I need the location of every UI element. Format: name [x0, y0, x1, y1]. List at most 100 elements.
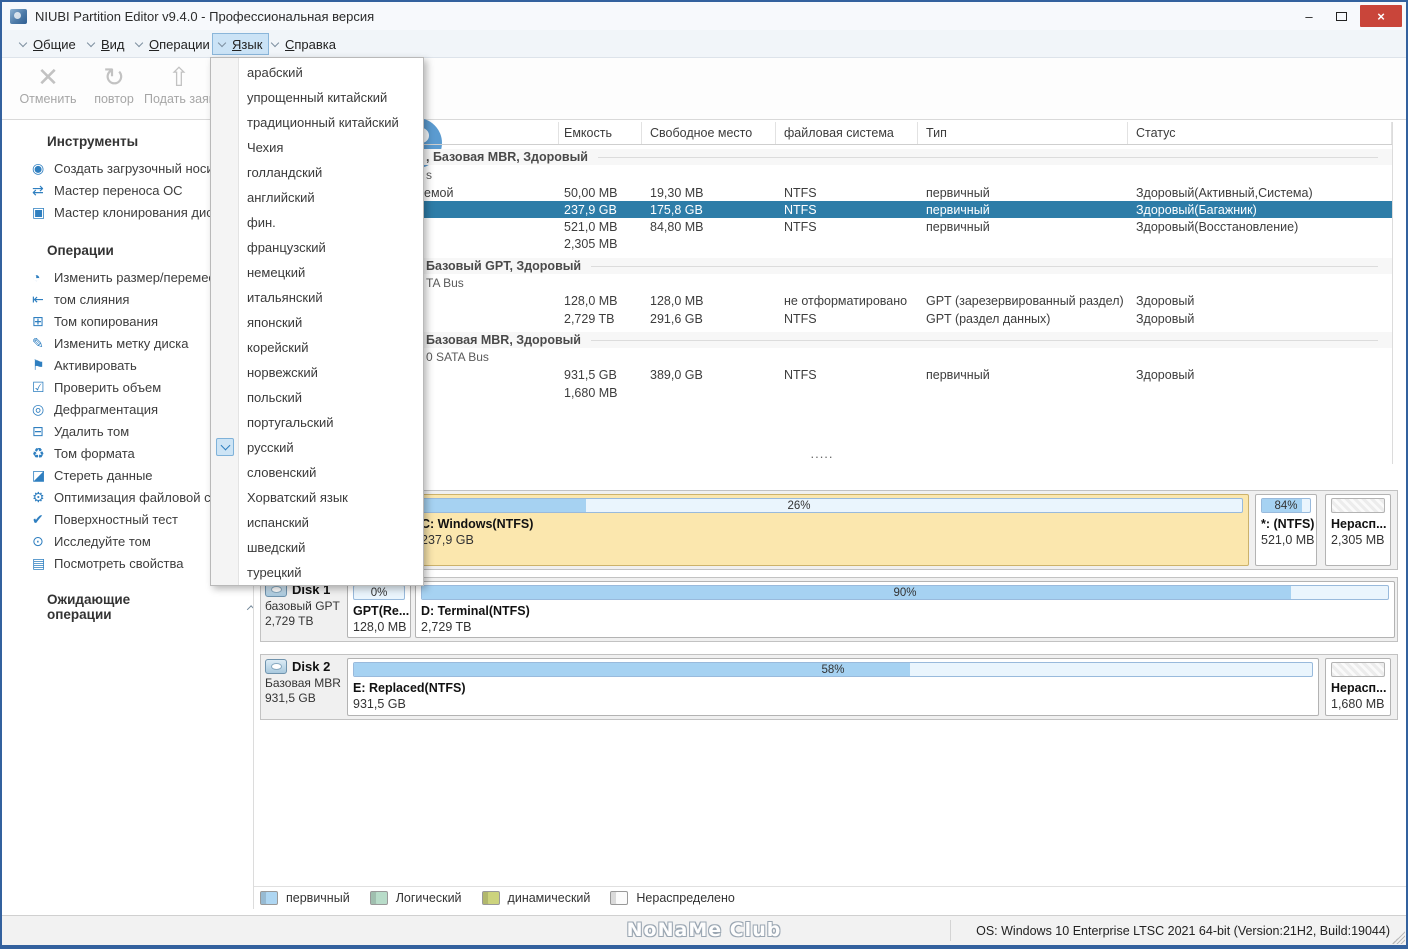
disk0-partition-c[interactable]: 26% C: Windows(NTFS) 237,9 GB	[349, 494, 1249, 566]
cell-type: GPT (зарезервированный раздел)	[918, 294, 1128, 308]
menu-general[interactable]: Общие	[14, 33, 82, 55]
close-button[interactable]: ×	[1360, 5, 1402, 27]
disk2-unallocated[interactable]: Нерасп... 1,680 MB	[1325, 658, 1391, 716]
partition-size: 1,680 MB	[1331, 697, 1385, 711]
language-item-swedish[interactable]: шведский	[211, 535, 423, 560]
legend-primary: первичный	[260, 891, 350, 905]
maximize-icon	[1336, 12, 1347, 21]
table-row-selected[interactable]: 237,9 GB 175,8 GB NTFS первичный Здоровы…	[254, 201, 1392, 218]
chevron-down-icon	[135, 38, 143, 46]
disk0-unallocated[interactable]: Нерасп... 2,305 MB	[1325, 494, 1391, 566]
disk1-partition-gpt[interactable]: 0% GPT(Re... 128,0 MB	[347, 581, 411, 638]
delete-volume-icon: ⊟	[32, 423, 54, 440]
partition-label: Нерасп...	[1331, 681, 1385, 695]
menu-language-label: Язык	[232, 37, 262, 52]
cell-file-system: NTFS	[776, 220, 918, 234]
disk-icon	[265, 659, 287, 674]
disk2-partition-e[interactable]: 58% E: Replaced(NTFS) 931,5 GB	[347, 658, 1319, 716]
menu-language[interactable]: Язык	[212, 33, 269, 55]
partition-label: C: Windows(NTFS)	[355, 517, 1243, 531]
resize-grip[interactable]	[1392, 931, 1405, 944]
language-item-korean[interactable]: корейский	[211, 335, 423, 360]
sidebar-item-label: Мастер клонирования дисков	[54, 205, 233, 220]
minimize-button[interactable]: –	[1296, 5, 1322, 27]
language-item-arabic[interactable]: арабский	[211, 60, 423, 85]
disk1-panel: Disk 1 базовый GPT 2,729 TB 0% GPT(Re...…	[260, 577, 1398, 642]
sidebar-item-label: Изменить метку диска	[54, 336, 188, 351]
language-item-simplified-chinese[interactable]: упрощенный китайский	[211, 85, 423, 110]
cell-free-space: 84,80 MB	[642, 220, 776, 234]
column-status[interactable]: Статус	[1128, 122, 1392, 144]
table-header: Емкость Свободное место файловая система…	[254, 122, 1392, 145]
disk2-info[interactable]: Disk 2 Базовая MBR 931,5 GB	[265, 659, 345, 706]
table-row[interactable]: емой 50,00 MB 19,30 MB NTFS первичный Зд…	[254, 184, 1392, 201]
usage-percent: 84%	[1262, 499, 1310, 513]
redo-button[interactable]: ↻ повтор	[86, 62, 142, 116]
disk-group-header: Базовая MBR, Здоровый	[254, 332, 1392, 348]
column-file-system[interactable]: файловая система	[776, 122, 918, 144]
divider	[254, 886, 1406, 887]
language-item-croatian[interactable]: Хорватский язык	[211, 485, 423, 510]
disk1-info[interactable]: Disk 1 базовый GPT 2,729 TB	[265, 582, 345, 629]
partition-size: 931,5 GB	[353, 697, 1313, 711]
legend: первичный Логический динамический Нерасп…	[260, 891, 735, 905]
table-row[interactable]: 128,0 MB 128,0 MB не отформатировано GPT…	[254, 292, 1392, 309]
primary-swatch-icon	[260, 891, 278, 905]
language-item-traditional-chinese[interactable]: традиционный китайский	[211, 110, 423, 135]
language-item-french[interactable]: французский	[211, 235, 423, 260]
disk0-panel: 26% C: Windows(NTFS) 237,9 GB 84% *: (NT…	[260, 490, 1398, 570]
language-item-russian[interactable]: русский	[211, 435, 423, 460]
pending-operations-header[interactable]: Ожидающие операции	[47, 592, 253, 622]
volumes-table: Емкость Свободное место файловая система…	[254, 122, 1393, 464]
chevron-up-icon	[246, 605, 254, 613]
language-item-portuguese[interactable]: португальский	[211, 410, 423, 435]
cell-capacity: 128,0 MB	[559, 294, 642, 308]
disk0-partition-star[interactable]: 84% *: (NTFS) 521,0 MB	[1255, 494, 1317, 566]
maximize-button[interactable]	[1328, 5, 1354, 27]
column-capacity[interactable]: Емкость	[559, 122, 642, 144]
language-item-english[interactable]: английский	[211, 185, 423, 210]
table-row[interactable]: 521,0 MB 84,80 MB NTFS первичный Здоровы…	[254, 218, 1392, 235]
menu-view[interactable]: Вид	[82, 33, 131, 55]
language-item-polish[interactable]: польский	[211, 385, 423, 410]
language-item-norwegian[interactable]: норвежский	[211, 360, 423, 385]
table-row[interactable]: 931,5 GB 389,0 GB NTFS первичный Здоровы…	[254, 366, 1392, 383]
cell-free-space: 175,8 GB	[642, 203, 776, 217]
status-bar: NoNaMe Club OS: Windows 10 Enterprise LT…	[2, 915, 1406, 945]
cell-file-system: NTFS	[776, 312, 918, 326]
cell-type: первичный	[918, 186, 1128, 200]
disk1-partition-d[interactable]: 90% D: Terminal(NTFS) 2,729 TB	[415, 581, 1395, 638]
language-item-finnish[interactable]: фин.	[211, 210, 423, 235]
table-row[interactable]: 1,680 MB	[254, 384, 1392, 401]
bootable-media-icon: ◉	[32, 160, 54, 177]
dynamic-swatch-icon	[482, 891, 500, 905]
sidebar-item-label: Удалить том	[54, 424, 129, 439]
language-item-spanish[interactable]: испанский	[211, 510, 423, 535]
menu-help[interactable]: Справка	[266, 33, 342, 55]
table-row[interactable]: 2,729 TB 291,6 GB NTFS GPT (раздел данны…	[254, 310, 1392, 327]
divider	[950, 920, 951, 941]
partition-size: 521,0 MB	[1261, 533, 1311, 547]
language-item-slovenian[interactable]: словенский	[211, 460, 423, 485]
language-item-japanese[interactable]: японский	[211, 310, 423, 335]
disk-name: Disk 2	[292, 659, 330, 674]
language-item-czech[interactable]: Чехия	[211, 135, 423, 160]
partition-label: E: Replaced(NTFS)	[353, 681, 1313, 695]
undo-button[interactable]: ✕ Отменить	[12, 62, 84, 116]
language-item-dutch[interactable]: голландский	[211, 160, 423, 185]
column-type[interactable]: Тип	[918, 122, 1128, 144]
table-row[interactable]: 2,305 MB	[254, 235, 1392, 252]
sidebar-item-label: том слияния	[54, 292, 129, 307]
partition-size: 128,0 MB	[353, 620, 405, 634]
column-free-space[interactable]: Свободное место	[642, 122, 776, 144]
cell-file-system: NTFS	[776, 203, 918, 217]
partition-size: 237,9 GB	[355, 533, 1243, 547]
language-item-turkish[interactable]: турецкий	[211, 560, 423, 585]
cell-capacity: 237,9 GB	[559, 203, 642, 217]
language-item-italian[interactable]: итальянский	[211, 285, 423, 310]
language-item-german[interactable]: немецкий	[211, 260, 423, 285]
splitter-handle[interactable]: .....	[782, 446, 862, 461]
chevron-down-icon	[271, 38, 279, 46]
usage-percent: 58%	[354, 663, 1312, 677]
menu-operations[interactable]: Операции	[130, 33, 216, 55]
